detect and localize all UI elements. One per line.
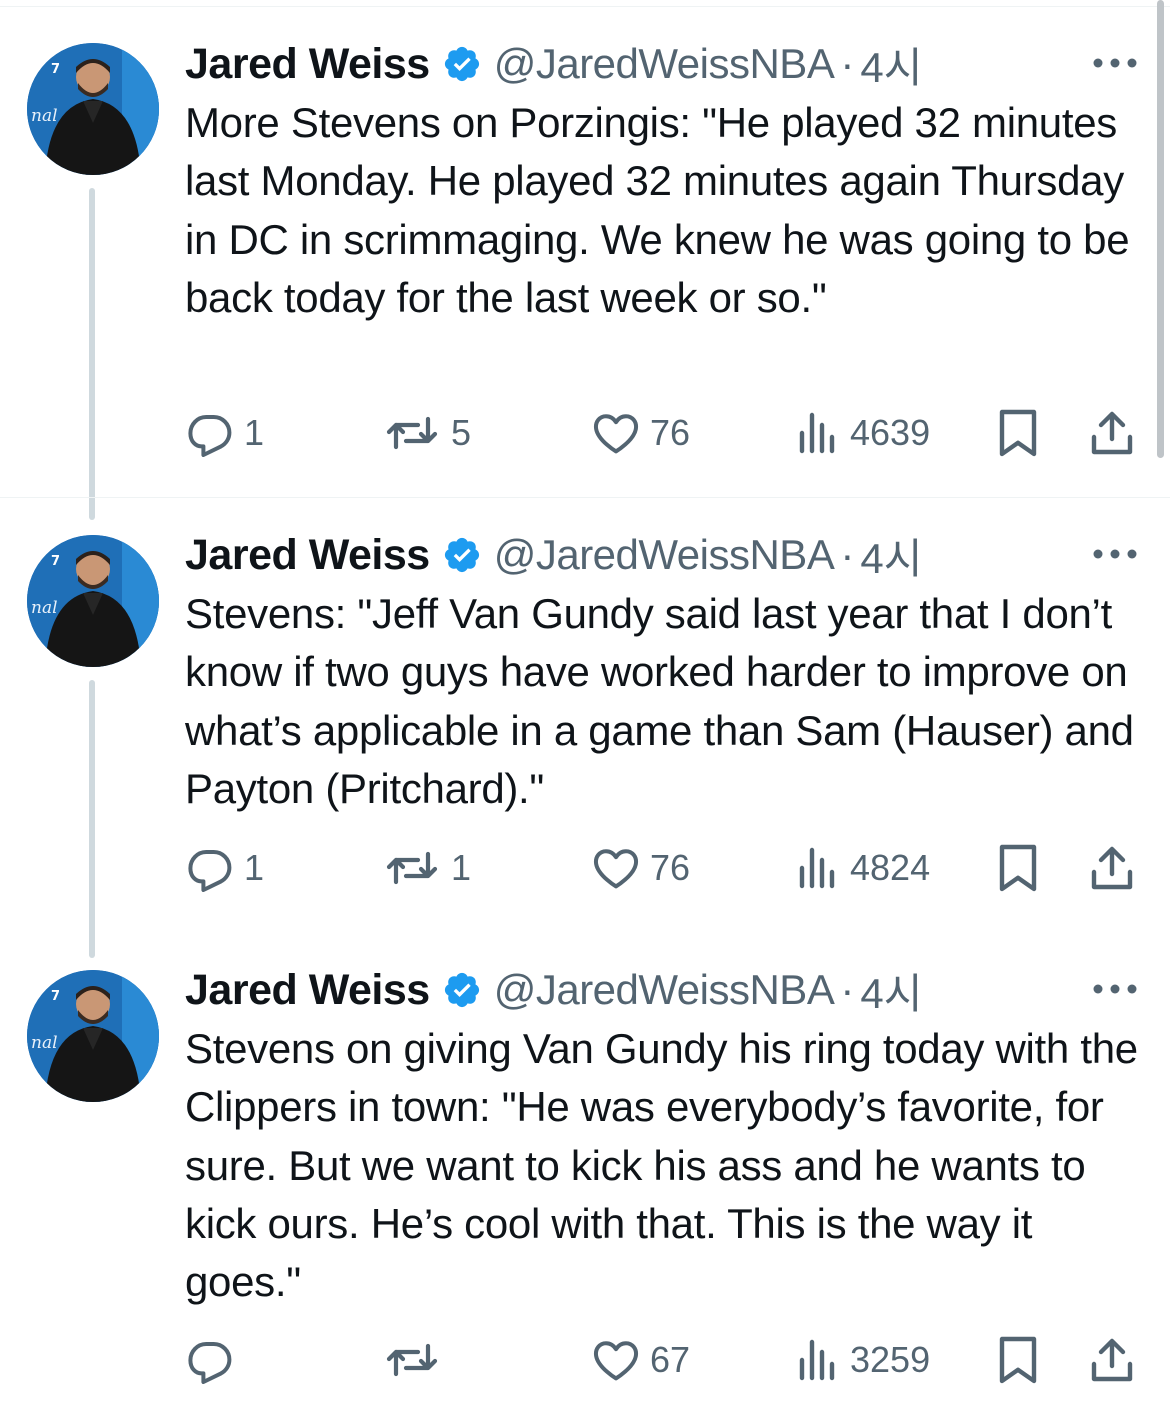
reply-icon	[188, 415, 232, 457]
repost-button[interactable]: 1	[383, 840, 471, 896]
timestamp[interactable]: 4시	[860, 34, 922, 95]
repost-icon	[386, 416, 438, 450]
like-icon	[593, 1341, 639, 1381]
author-name[interactable]: Jared Weiss	[185, 966, 430, 1015]
views-icon	[799, 412, 835, 454]
tweet-header: Jared Weiss @JaredWeissNBA · 4시	[185, 965, 922, 1017]
separator-dot: ·	[840, 966, 855, 1013]
author-handle[interactable]: @JaredWeissNBA	[494, 531, 835, 579]
tweet-actions: 67 3259	[0, 1332, 1170, 1388]
top-divider	[0, 6, 1170, 7]
bookmark-icon	[999, 844, 1037, 892]
tweet-text: Stevens on giving Van Gundy his ring tod…	[185, 1025, 1150, 1306]
reply-button[interactable]: 1	[186, 405, 264, 461]
reply-button[interactable]: 1	[186, 840, 264, 896]
avatar[interactable]: nal 7	[27, 970, 159, 1102]
tweet-text: Stevens: "Jeff Van Gundy said last year …	[185, 590, 1146, 812]
like-button[interactable]: 67	[592, 1332, 690, 1388]
svg-text:nal: nal	[31, 106, 58, 126]
svg-text:7: 7	[51, 989, 60, 1004]
avatar[interactable]: nal 7	[27, 535, 159, 667]
svg-text:7: 7	[51, 62, 60, 77]
timestamp[interactable]: 4시	[860, 525, 922, 586]
views-button[interactable]: 4639	[796, 405, 930, 461]
repost-icon	[386, 1343, 438, 1377]
scrollbar-thumb[interactable]	[1157, 0, 1164, 458]
share-button[interactable]	[1089, 1332, 1135, 1388]
bookmark-button[interactable]	[996, 405, 1040, 461]
views-count: 4824	[850, 847, 931, 888]
bookmark-button[interactable]	[996, 1332, 1040, 1388]
share-icon	[1091, 411, 1133, 455]
avatar[interactable]: nal 7	[27, 43, 159, 175]
repost-count: 1	[451, 847, 472, 888]
tweet-header: Jared Weiss @JaredWeissNBA · 4시	[185, 39, 922, 91]
like-count: 76	[650, 847, 691, 888]
tweet-divider	[0, 497, 1170, 498]
svg-text:7: 7	[51, 554, 60, 569]
reply-count: 1	[244, 412, 265, 453]
separator-dot: ·	[840, 40, 855, 87]
verified-badge-icon	[444, 46, 479, 82]
repost-icon	[386, 851, 438, 885]
like-button[interactable]: 76	[592, 405, 690, 461]
bookmark-icon	[999, 409, 1037, 457]
views-count: 4639	[850, 412, 931, 453]
timestamp[interactable]: 4시	[860, 960, 922, 1021]
share-button[interactable]	[1089, 840, 1135, 896]
like-icon	[593, 849, 639, 889]
svg-text:nal: nal	[31, 1033, 58, 1053]
tweet-actions: 1 1 76 4824	[0, 840, 1170, 896]
share-icon	[1091, 846, 1133, 890]
views-button[interactable]: 3259	[796, 1332, 930, 1388]
tweet-header: Jared Weiss @JaredWeissNBA · 4시	[185, 530, 922, 582]
verified-badge-icon	[444, 537, 479, 573]
views-button[interactable]: 4824	[796, 840, 930, 896]
repost-button[interactable]	[383, 1332, 451, 1388]
tweet-actions: 1 5 76 4639	[0, 405, 1170, 461]
reply-button[interactable]	[186, 1332, 244, 1388]
author-name[interactable]: Jared Weiss	[185, 531, 430, 580]
svg-text:nal: nal	[31, 598, 58, 618]
author-handle[interactable]: @JaredWeissNBA	[494, 966, 835, 1014]
bookmark-icon	[999, 1336, 1037, 1384]
thread-connector-line	[89, 188, 95, 520]
like-button[interactable]: 76	[592, 840, 690, 896]
repost-button[interactable]: 5	[383, 405, 471, 461]
more-icon[interactable]	[1092, 548, 1138, 560]
author-name[interactable]: Jared Weiss	[185, 40, 430, 89]
tweet-text: More Stevens on Porzingis: "He played 32…	[185, 99, 1141, 321]
reply-icon	[188, 1342, 232, 1384]
separator-dot: ·	[840, 531, 855, 578]
share-button[interactable]	[1089, 405, 1135, 461]
views-icon	[799, 847, 835, 889]
more-icon[interactable]	[1092, 983, 1138, 995]
repost-count: 5	[451, 412, 472, 453]
views-count: 3259	[850, 1339, 931, 1380]
bookmark-button[interactable]	[996, 840, 1040, 896]
verified-badge-icon	[444, 972, 479, 1008]
author-handle[interactable]: @JaredWeissNBA	[494, 40, 835, 88]
views-icon	[799, 1339, 835, 1381]
like-count: 76	[650, 412, 691, 453]
like-count: 67	[650, 1339, 691, 1380]
share-icon	[1091, 1338, 1133, 1382]
thread-connector-line	[89, 680, 95, 958]
reply-count: 1	[244, 847, 265, 888]
like-icon	[593, 414, 639, 454]
reply-icon	[188, 850, 232, 892]
more-icon[interactable]	[1092, 57, 1138, 69]
